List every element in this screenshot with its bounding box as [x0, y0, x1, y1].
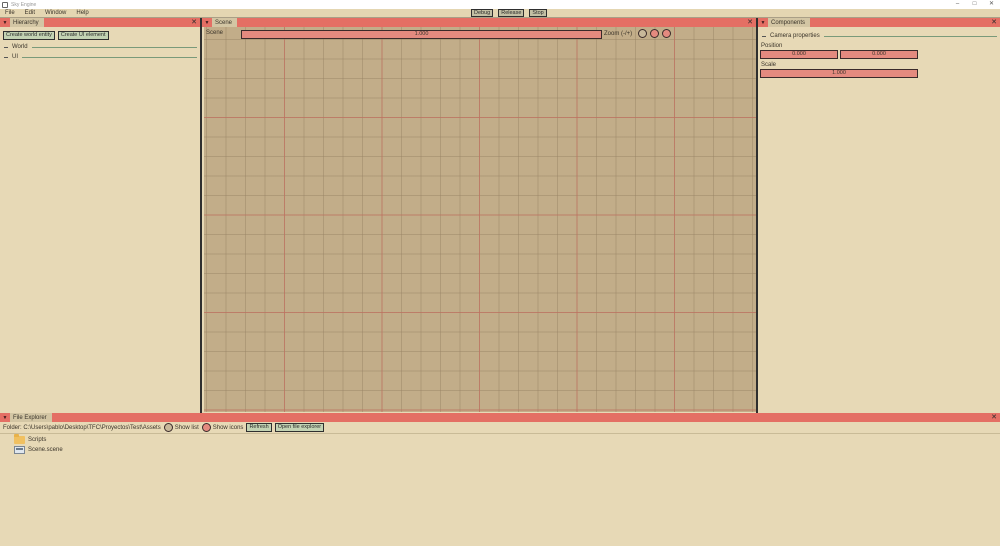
- scene-file-icon: [14, 446, 25, 454]
- tab-file-explorer[interactable]: ▼ File Explorer: [0, 413, 52, 422]
- create-world-entity-button[interactable]: Create world entity: [3, 31, 55, 40]
- scene-panel: ▼ Scene ✕ Scene 1.000 Zoom (-/+): [202, 18, 756, 413]
- position-label: Position: [761, 43, 783, 49]
- section-separator: [823, 35, 997, 37]
- scene-header: ▼ Scene ✕: [202, 18, 756, 27]
- menu-help[interactable]: Help: [71, 9, 93, 18]
- scene-toolbar: Scene 1.000 Zoom (-/+): [204, 29, 756, 39]
- camera-properties-section: Camera properties Position 0.000 0.000 S…: [758, 31, 1000, 78]
- file-explorer-title: File Explorer: [13, 414, 47, 421]
- collapse-arrow-icon[interactable]: ▼: [758, 18, 768, 27]
- tree-label-world: World: [12, 44, 28, 50]
- debug-button[interactable]: Debug: [471, 9, 494, 17]
- zoom-label: Zoom (-/+): [604, 31, 633, 37]
- release-button[interactable]: Release: [498, 9, 525, 17]
- tree-node-world[interactable]: World: [0, 42, 200, 52]
- camera-properties-header[interactable]: Camera properties: [758, 31, 1000, 41]
- show-list-radio[interactable]: [163, 423, 173, 432]
- window-controls: – □ ✕: [949, 0, 1000, 9]
- components-title: Components: [771, 19, 806, 26]
- tree-dash-icon: [4, 56, 8, 58]
- menu-edit[interactable]: Edit: [20, 9, 40, 18]
- file-explorer-panel: ▼ File Explorer ✕ Folder: C:\Users\pablo…: [0, 413, 1000, 546]
- folder-path: Folder: C:\Users\pablo\Desktop\TFC\Proye…: [3, 424, 161, 431]
- file-explorer-toolbar: Folder: C:\Users\pablo\Desktop\TFC\Proye…: [0, 422, 1000, 433]
- tree-separator: [31, 46, 197, 48]
- scale-field[interactable]: 1.000: [760, 69, 918, 78]
- show-icons-radio[interactable]: [201, 423, 211, 432]
- position-fields: 0.000 0.000: [760, 50, 1000, 59]
- tab-scene[interactable]: ▼ Scene: [202, 18, 238, 27]
- close-icon[interactable]: ✕: [983, 0, 1000, 9]
- refresh-button[interactable]: Refresh: [246, 423, 272, 432]
- toolbar-divider: [0, 433, 1000, 434]
- hierarchy-title: Hierarchy: [13, 19, 39, 26]
- scale-fields: 1.000: [760, 69, 1000, 78]
- tree-dash-icon: [4, 46, 8, 48]
- camera-properties-title: Camera properties: [770, 33, 820, 39]
- file-explorer-close-icon[interactable]: ✕: [991, 413, 997, 422]
- components-header: ▼ Components ✕: [758, 18, 1000, 27]
- zoom-out-button[interactable]: [650, 29, 659, 38]
- menu-file[interactable]: File: [0, 9, 20, 18]
- zoom-in-button[interactable]: [662, 29, 671, 38]
- tab-components[interactable]: ▼ Components: [758, 18, 811, 27]
- list-item-scene[interactable]: Scene.scene: [0, 445, 1000, 455]
- create-ui-element-button[interactable]: Create UI element: [57, 31, 109, 40]
- position-y-field[interactable]: 0.000: [840, 50, 918, 59]
- window-titlebar: Sky Engine – □ ✕: [0, 0, 1000, 9]
- components-panel: ▼ Components ✕ Camera properties Positio…: [758, 18, 1000, 413]
- run-controls: Debug Release Stop: [471, 9, 547, 17]
- hierarchy-actions: Create world entity Create UI element: [3, 31, 109, 40]
- tab-hierarchy[interactable]: ▼ Hierarchy: [0, 18, 44, 27]
- tree-separator: [22, 56, 197, 58]
- maximize-icon[interactable]: □: [966, 0, 983, 9]
- tree-label-ui: UI: [12, 54, 18, 60]
- file-explorer-header: ▼ File Explorer ✕: [0, 413, 1000, 422]
- menu-window[interactable]: Window: [40, 9, 71, 18]
- scene-title: Scene: [215, 19, 233, 26]
- item-label: Scripts: [28, 437, 47, 443]
- scene-label: Scene: [206, 30, 224, 36]
- scene-close-icon[interactable]: ✕: [747, 18, 753, 27]
- hierarchy-header: ▼ Hierarchy ✕: [0, 18, 200, 27]
- zoom-neutral-button[interactable]: [638, 29, 647, 38]
- scale-label: Scale: [761, 62, 777, 68]
- file-explorer-body: Folder: C:\Users\pablo\Desktop\TFC\Proye…: [0, 422, 1000, 455]
- collapse-arrow-icon[interactable]: ▼: [202, 18, 212, 27]
- collapse-arrow-icon[interactable]: ▼: [0, 413, 10, 422]
- position-x-field[interactable]: 0.000: [760, 50, 838, 59]
- show-icons-label: Show icons: [212, 424, 244, 431]
- zoom-value-field[interactable]: 1.000: [241, 30, 602, 39]
- collapse-arrow-icon[interactable]: ▼: [0, 18, 10, 27]
- hierarchy-close-icon[interactable]: ✕: [191, 18, 197, 27]
- minimize-icon[interactable]: –: [949, 0, 966, 9]
- section-dash-icon: [762, 35, 766, 37]
- stop-button[interactable]: Stop: [529, 9, 547, 17]
- window-title: Sky Engine: [11, 1, 37, 8]
- item-label: Scene.scene: [28, 447, 63, 453]
- show-list-label: Show list: [174, 424, 199, 431]
- folder-icon: [14, 434, 25, 444]
- open-file-explorer-button[interactable]: Open file explorer: [274, 423, 325, 432]
- tree-node-ui[interactable]: UI: [0, 52, 200, 62]
- hierarchy-panel: ▼ Hierarchy ✕ Create world entity Create…: [0, 18, 200, 413]
- components-close-icon[interactable]: ✕: [991, 18, 997, 27]
- scene-viewport[interactable]: Scene 1.000 Zoom (-/+): [204, 27, 756, 412]
- list-item-scripts[interactable]: Scripts: [0, 434, 1000, 445]
- menubar: File Edit Window Help Debug Release Stop: [0, 9, 1000, 18]
- hierarchy-tree: World UI: [0, 42, 200, 62]
- app-logo-icon: [2, 1, 8, 8]
